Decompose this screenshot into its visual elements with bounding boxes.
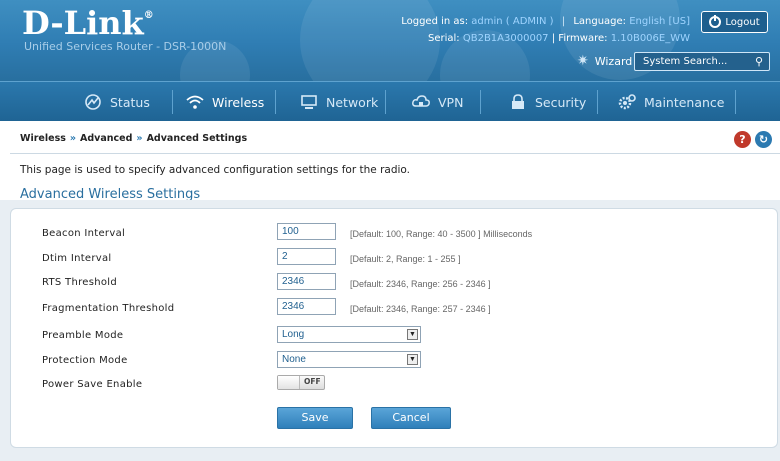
cancel-button[interactable]: Cancel (371, 407, 451, 429)
nav-security[interactable]: Security (509, 82, 586, 122)
beacon-interval-label: Beacon Interval (42, 228, 126, 239)
wireless-icon (186, 94, 204, 110)
fragmentation-threshold-hint: [Default: 2346, Range: 257 - 2346 ] (350, 304, 491, 314)
language-selector[interactable]: English [US] (629, 16, 690, 27)
app-header: D-Link® Unified Services Router - DSR-10… (0, 0, 780, 81)
breadcrumb-advanced[interactable]: Advanced (80, 133, 132, 144)
nav-vpn[interactable]: VPN (412, 82, 463, 122)
breadcrumb: Wireless» Advanced» Advanced Settings (20, 133, 248, 144)
serial-value: QB2B1A3000007 (462, 33, 549, 44)
toggle-knob (278, 376, 300, 389)
logout-button[interactable]: Logout (701, 11, 768, 33)
save-button[interactable]: Save (277, 407, 353, 429)
power-icon (709, 15, 722, 28)
lock-icon (509, 94, 527, 110)
login-info: Logged in as: admin ( ADMIN ) | Language… (401, 16, 690, 27)
power-save-toggle[interactable]: OFF (277, 375, 325, 390)
page-description: This page is used to specify advanced co… (20, 164, 410, 176)
wizard-link[interactable]: ✷ Wizard (577, 53, 632, 69)
help-icon[interactable]: ? (734, 131, 751, 148)
device-info: Serial: QB2B1A3000007 | Firmware: 1.10B0… (427, 33, 690, 44)
network-icon (300, 94, 318, 110)
fragmentation-threshold-label: Fragmentation Threshold (42, 303, 175, 314)
brand-logo: D-Link® (22, 4, 154, 42)
breadcrumb-advanced-settings: Advanced Settings (146, 133, 248, 144)
wand-icon: ✷ (577, 53, 589, 69)
main-nav: Status Wireless Network VPN Security Mai… (0, 81, 780, 121)
gear-icon (618, 94, 636, 110)
protection-mode-label: Protection Mode (42, 355, 128, 366)
vpn-icon (412, 94, 430, 110)
device-subtitle: Unified Services Router - DSR-1000N (24, 40, 227, 53)
logged-in-user: admin ( ADMIN ) (471, 16, 554, 27)
beacon-interval-hint: [Default: 100, Range: 40 - 3500 ] Millis… (350, 229, 533, 239)
system-search-input[interactable]: System Search... ⚲ (634, 52, 770, 71)
nav-wireless[interactable]: Wireless (186, 82, 264, 122)
nav-maintenance[interactable]: Maintenance (618, 82, 725, 122)
status-icon (84, 94, 102, 110)
preamble-mode-label: Preamble Mode (42, 330, 124, 341)
nav-status[interactable]: Status (84, 82, 150, 122)
preamble-mode-select[interactable]: Long ▼ (277, 326, 421, 343)
rts-threshold-hint: [Default: 2346, Range: 256 - 2346 ] (350, 279, 491, 289)
dtim-interval-label: Dtim Interval (42, 253, 112, 264)
breadcrumb-wireless[interactable]: Wireless (20, 133, 66, 144)
beacon-interval-input[interactable]: 100 (277, 223, 336, 240)
search-icon[interactable]: ⚲ (755, 53, 763, 70)
power-save-label: Power Save Enable (42, 379, 143, 390)
nav-network[interactable]: Network (300, 82, 378, 122)
rts-threshold-input[interactable]: 2346 (277, 273, 336, 290)
refresh-icon[interactable]: ↻ (755, 131, 772, 148)
chevron-down-icon[interactable]: ▼ (407, 329, 418, 340)
firmware-value: 1.10B006E_WW (610, 33, 690, 44)
dtim-interval-input[interactable]: 2 (277, 248, 336, 265)
rts-threshold-label: RTS Threshold (42, 277, 118, 288)
protection-mode-select[interactable]: None ▼ (277, 351, 421, 368)
dtim-interval-hint: [Default: 2, Range: 1 - 255 ] (350, 254, 461, 264)
chevron-down-icon[interactable]: ▼ (407, 354, 418, 365)
fragmentation-threshold-input[interactable]: 2346 (277, 298, 336, 315)
